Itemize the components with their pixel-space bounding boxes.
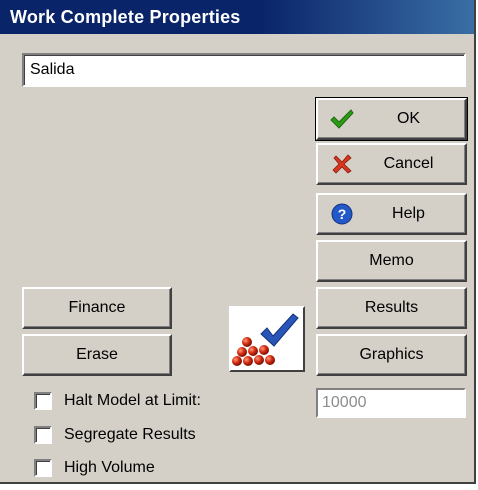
help-label: Help: [392, 205, 425, 222]
name-input[interactable]: [22, 53, 466, 87]
help-button[interactable]: ? Help: [316, 193, 467, 235]
blue-question-icon: ?: [330, 202, 354, 226]
high-volume-option[interactable]: High Volume: [34, 457, 155, 479]
green-checkmark-icon: [330, 107, 354, 131]
finance-label: Finance: [68, 299, 126, 316]
segregate-results-option[interactable]: Segregate Results: [34, 424, 196, 446]
results-label: Results: [364, 299, 419, 316]
halt-model-option[interactable]: Halt Model at Limit:: [34, 390, 201, 412]
window-title: Work Complete Properties: [0, 0, 474, 34]
svg-text:?: ?: [338, 206, 347, 222]
graphics-button[interactable]: Graphics: [316, 334, 467, 376]
results-button[interactable]: Results: [316, 287, 467, 329]
cancel-label: Cancel: [383, 155, 434, 172]
high-volume-checkbox[interactable]: [34, 459, 52, 477]
high-volume-label: High Volume: [64, 459, 155, 476]
halt-model-checkbox[interactable]: [34, 392, 52, 410]
segregate-results-checkbox[interactable]: [34, 426, 52, 444]
work-complete-properties-dialog: Work Complete Properties OK Cancel ? Hel…: [0, 0, 476, 484]
memo-label: Memo: [369, 252, 414, 269]
finance-button[interactable]: Finance: [22, 287, 172, 329]
halt-model-label: Halt Model at Limit:: [64, 392, 201, 409]
red-x-icon: [330, 152, 354, 176]
segregate-results-label: Segregate Results: [64, 426, 196, 443]
erase-button[interactable]: Erase: [22, 334, 172, 376]
erase-label: Erase: [76, 346, 118, 363]
ok-label: OK: [396, 110, 421, 127]
memo-button[interactable]: Memo: [316, 240, 467, 282]
stacked-balls-checkmark-icon: [229, 306, 305, 372]
limit-input[interactable]: [316, 388, 466, 418]
ok-button[interactable]: OK: [315, 97, 468, 141]
cancel-button[interactable]: Cancel: [316, 143, 467, 185]
graphics-label: Graphics: [359, 346, 424, 363]
